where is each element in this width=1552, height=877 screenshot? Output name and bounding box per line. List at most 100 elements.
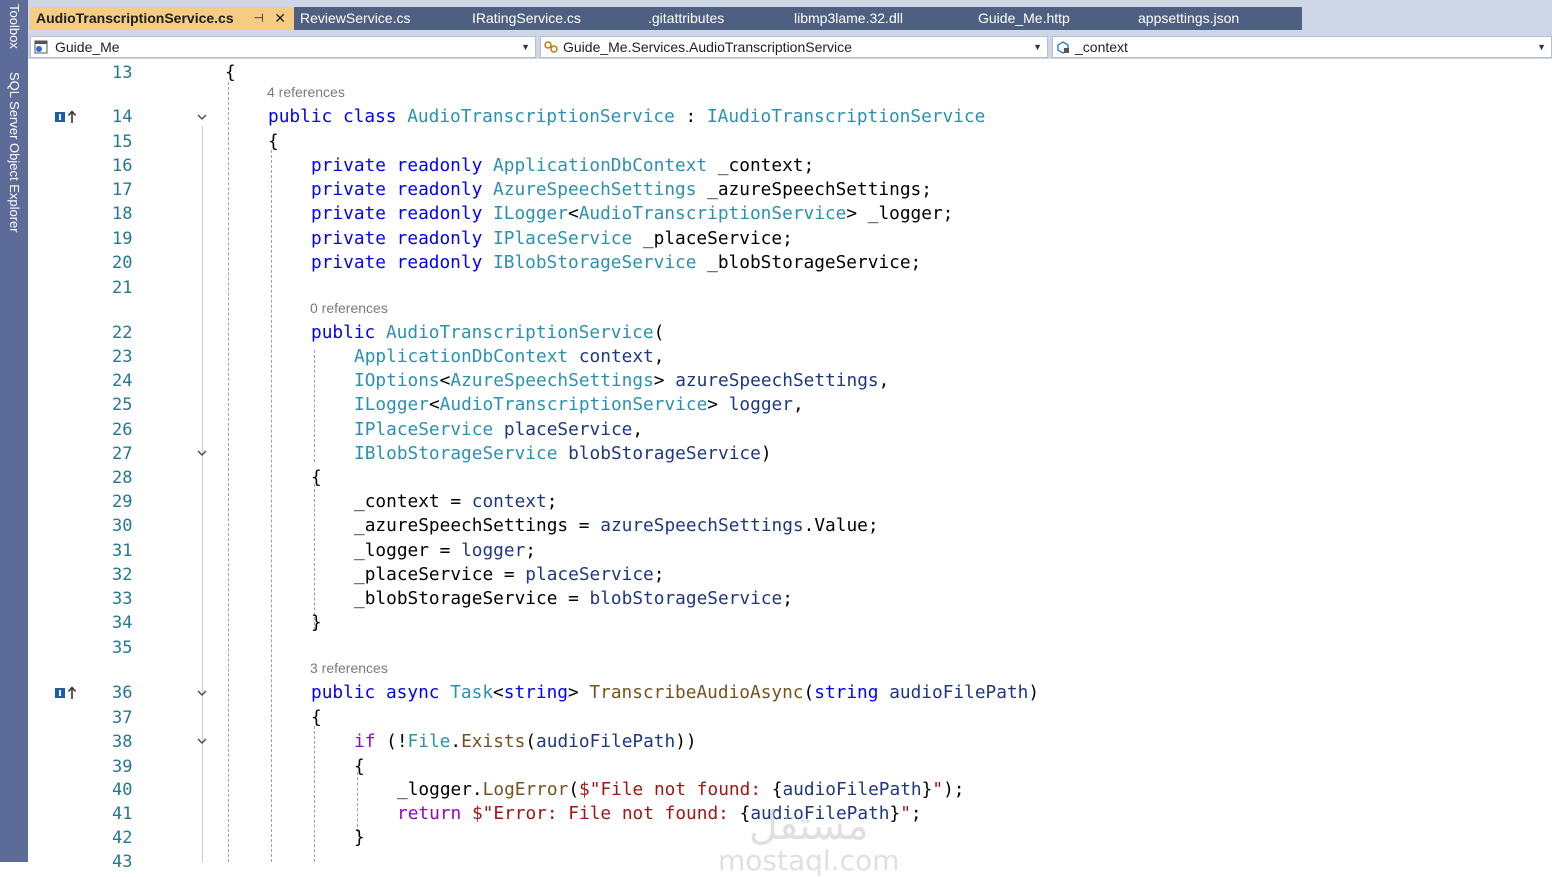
code-token: private — [311, 203, 386, 224]
code-line[interactable]: if (!File.Exists(audioFilePath)) — [354, 731, 697, 752]
code-token: IBlobStorageService — [493, 252, 697, 273]
collapse-chevron-icon[interactable] — [196, 111, 208, 123]
code-line[interactable]: IPlaceService placeService, — [354, 419, 643, 440]
code-token: ) — [1028, 682, 1040, 703]
code-token: } — [354, 827, 365, 848]
code-line[interactable]: private readonly IBlobStorageService _bl… — [311, 252, 921, 273]
member-dropdown[interactable]: _context ▼ — [1052, 36, 1552, 58]
close-icon[interactable]: ✕ — [274, 7, 286, 30]
code-line[interactable]: _context = context; — [354, 491, 557, 512]
chevron-down-icon: ▼ — [521, 42, 530, 52]
code-line[interactable]: ApplicationDbContext context, — [354, 346, 664, 367]
code-token: " — [932, 779, 944, 800]
code-token: ); — [943, 779, 965, 800]
watermark-arabic: مستقل — [748, 803, 869, 849]
line-number: 24 — [112, 371, 133, 391]
collapse-chevron-icon[interactable] — [196, 687, 208, 699]
tab-audio-transcription-service[interactable]: AudioTranscriptionService.cs ⊣ ✕ — [30, 7, 294, 30]
code-line[interactable]: private readonly AzureSpeechSettings _az… — [311, 179, 932, 200]
code-editor[interactable]: 4 references 0 references 3 references 1… — [28, 60, 1552, 876]
implements-interface-icon[interactable] — [54, 685, 78, 701]
code-line[interactable]: IBlobStorageService blobStorageService) — [354, 443, 772, 464]
code-token: blobStorageService — [589, 588, 783, 609]
codelens-references[interactable]: 4 references — [267, 84, 345, 100]
line-number: 40 — [112, 780, 133, 800]
code-line[interactable]: _logger = logger; — [354, 540, 536, 561]
code-line[interactable]: private readonly ILogger<AudioTranscript… — [311, 203, 953, 224]
code-line[interactable]: { — [354, 756, 365, 777]
code-token: . — [450, 731, 462, 752]
code-line[interactable]: _blobStorageService = blobStorageService… — [354, 588, 793, 609]
code-line[interactable]: } — [354, 827, 365, 848]
indent-guide — [357, 772, 358, 832]
code-line[interactable]: private readonly IPlaceService _placeSer… — [311, 228, 793, 249]
tab-review-service[interactable]: ReviewService.cs — [294, 7, 466, 30]
tab-libmp3lame-dll[interactable]: libmp3lame.32.dll — [788, 7, 972, 30]
code-token: ILogger — [493, 203, 568, 224]
class-icon — [544, 41, 558, 53]
code-line[interactable]: } — [311, 612, 322, 633]
codelens-references[interactable]: 0 references — [310, 300, 388, 316]
code-line[interactable]: ILogger<AudioTranscriptionService> logge… — [354, 394, 804, 415]
line-number: 17 — [112, 180, 133, 200]
collapse-chevron-icon[interactable] — [196, 735, 208, 747]
code-token: } — [311, 612, 322, 633]
code-line[interactable]: _azureSpeechSettings = azureSpeechSettin… — [354, 515, 879, 536]
line-number: 36 — [112, 683, 133, 703]
code-token: IAudioTranscriptionService — [706, 106, 986, 127]
class-dropdown[interactable]: Guide_Me.Services.AudioTranscriptionServ… — [540, 36, 1048, 58]
project-dropdown[interactable]: Guide_Me ▼ — [30, 36, 536, 58]
sidebar-item-sql-server-object-explorer[interactable]: SQL Server Object Explorer — [0, 72, 28, 254]
tab-appsettings-json[interactable]: appsettings.json — [1132, 7, 1302, 30]
code-line[interactable]: _logger.LogError($"File not found: {audi… — [397, 779, 964, 800]
line-number: 20 — [112, 253, 133, 273]
code-line[interactable]: private readonly ApplicationDbContext _c… — [311, 155, 814, 176]
code-line[interactable]: public AudioTranscriptionService( — [311, 322, 664, 343]
code-token: azureSpeechSettings — [600, 515, 804, 536]
code-token: IPlaceService — [354, 419, 494, 440]
code-token: logger — [728, 394, 793, 415]
implements-interface-icon[interactable] — [54, 109, 78, 125]
line-number: 13 — [112, 63, 133, 83]
tab-gitattributes[interactable]: .gitattributes — [642, 7, 788, 30]
line-number: 18 — [112, 204, 133, 224]
code-line[interactable]: _placeService = placeService; — [354, 564, 664, 585]
code-token: AudioTranscriptionService — [385, 322, 654, 343]
code-token: File — [407, 731, 451, 752]
code-token: _azureSpeechSettings = — [354, 515, 601, 536]
tab-label: appsettings.json — [1138, 10, 1240, 26]
code-token: AzureSpeechSettings — [450, 370, 654, 391]
code-token: _context = — [354, 491, 472, 512]
code-token: private — [311, 179, 386, 200]
sidebar-item-toolbox[interactable]: Toolbox — [0, 4, 28, 62]
line-number: 26 — [112, 420, 133, 440]
code-token: private — [311, 252, 386, 273]
code-token: ( — [525, 731, 537, 752]
tab-irating-service[interactable]: IRatingService.cs — [466, 7, 642, 30]
code-token: _blobStorageService; — [696, 252, 922, 273]
line-number: 34 — [112, 613, 133, 633]
line-number: 23 — [112, 347, 133, 367]
codelens-references[interactable]: 3 references — [310, 660, 388, 676]
code-token: > — [567, 682, 590, 703]
code-line[interactable]: { — [311, 467, 322, 488]
code-line[interactable]: public async Task<string> TranscribeAudi… — [311, 682, 1039, 703]
pin-icon[interactable]: ⊣ — [254, 7, 264, 30]
collapse-chevron-icon[interactable] — [196, 447, 208, 459]
code-line[interactable]: { — [268, 131, 279, 152]
tab-guide-me-http[interactable]: Guide_Me.http — [972, 7, 1132, 30]
code-line[interactable]: public class AudioTranscriptionService :… — [268, 106, 985, 127]
code-token: ; — [525, 540, 537, 561]
code-token: , — [792, 394, 804, 415]
code-token: class — [342, 106, 397, 127]
code-line[interactable]: { — [311, 707, 322, 728]
code-line[interactable]: { — [225, 62, 236, 83]
line-number: 15 — [112, 132, 133, 152]
code-token: : — [674, 106, 707, 127]
code-line[interactable]: IOptions<AzureSpeechSettings> azureSpeec… — [354, 370, 889, 391]
